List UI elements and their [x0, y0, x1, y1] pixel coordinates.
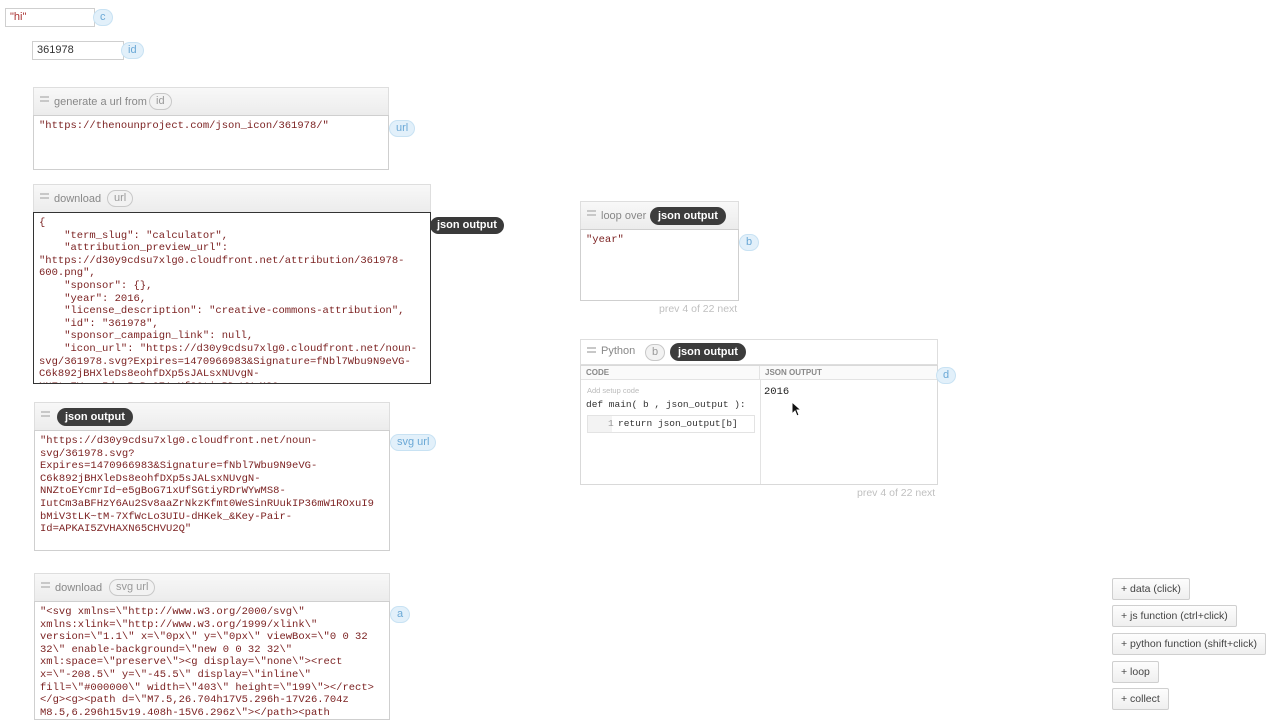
add-node-button[interactable]: + python function (shift+click) — [1112, 633, 1266, 655]
output-line: "icon_url": "https://d30y9cdsu7xlg0.clou… — [39, 342, 418, 355]
input-chip-json-output[interactable]: json output — [650, 207, 726, 225]
function-signature: def main( b , json_output ): — [586, 399, 746, 410]
python-table: CODE JSON OUTPUT Add setup code def main… — [580, 365, 938, 485]
json-output-card: json output "https://d30y9cdsu7xlg0.clou… — [34, 402, 390, 551]
output-line: NNZtoEYcmrId~e5gBoG71xUfSGtiyRDrWYwMS8- — [39, 381, 425, 383]
input-chip-id[interactable]: id — [149, 93, 172, 110]
card-title: download — [54, 193, 102, 205]
card-output: { "term_slug": "calculator", "attributio… — [33, 212, 431, 384]
drag-handle-icon[interactable] — [40, 96, 49, 102]
setup-code-placeholder[interactable]: Add setup code — [587, 386, 639, 395]
output-tag-svg-url[interactable]: svg url — [390, 434, 437, 451]
download-url-card: download url { "term_slug": "calculator"… — [33, 184, 431, 384]
output-line: svg/361978.svg?Expires=1470966983&Signat… — [39, 355, 411, 368]
mouse-cursor-icon — [791, 401, 803, 417]
drag-handle-icon[interactable] — [587, 347, 596, 353]
loop-card: loop over json output "year" — [580, 201, 739, 301]
input-chip-url[interactable]: url — [107, 190, 134, 207]
card-title: download — [55, 582, 103, 594]
card-output: "year" — [580, 229, 739, 301]
card-title: loop over — [601, 210, 647, 222]
drag-handle-icon[interactable] — [41, 582, 50, 588]
output-line: "attribution_preview_url": — [39, 242, 229, 255]
var-id-tag[interactable]: id — [121, 42, 144, 59]
output-line: "license_description": "creative-commons… — [39, 305, 405, 318]
add-node-button[interactable]: + js function (ctrl+click) — [1112, 605, 1237, 627]
output-tag-d[interactable]: d — [936, 367, 957, 384]
card-header[interactable]: generate a url from id — [33, 87, 389, 115]
output-line: "sponsor": {}, — [39, 279, 153, 292]
output-line: "term_slug": "calculator", — [39, 229, 229, 242]
input-chip-svg-url[interactable]: svg url — [109, 579, 156, 596]
output-line: "sponsor_campaign_link": null, — [39, 330, 254, 343]
drag-handle-icon[interactable] — [40, 193, 49, 199]
output-tag-url[interactable]: url — [389, 120, 416, 137]
download-svg-card: download svg url "<svg xmlns=\"http://ww… — [34, 573, 390, 720]
card-title: Python — [601, 345, 636, 357]
generate-url-card: generate a url from id "https://thenounp… — [33, 87, 389, 170]
code-editor[interactable]: 1 return json_output[b] — [587, 415, 755, 433]
input-chip-json-output[interactable]: json output — [57, 408, 133, 426]
output-line: "year": 2016, — [39, 292, 147, 305]
var-id-value: 361978 — [37, 44, 74, 56]
var-id-box[interactable]: 361978 — [32, 41, 124, 60]
card-header[interactable]: Python b json output — [580, 339, 938, 365]
add-node-button[interactable]: + loop — [1112, 661, 1159, 683]
var-c-value: "hi" — [10, 11, 27, 23]
input-chip-b[interactable]: b — [645, 344, 666, 361]
python-pager[interactable]: prev 4 of 22 next — [857, 487, 935, 499]
output-tag-b[interactable]: b — [739, 234, 760, 251]
input-chip-json-output[interactable]: json output — [670, 343, 746, 361]
output-line: "https://d30y9cdsu7xlg0.cloudfront.net/a… — [39, 254, 405, 267]
output-line: C6k892jBHXleDs8eohfDXp5sJALsxNUvgN- — [39, 368, 260, 381]
python-output: 2016 — [764, 386, 790, 398]
output-line: 600.png", — [39, 267, 96, 280]
card-title: generate a url from — [54, 96, 147, 108]
python-card: Python b json output CODE JSON OUTPUT Ad… — [580, 339, 938, 485]
drag-handle-icon[interactable] — [587, 210, 596, 216]
card-output: "https://thenounproject.com/json_icon/36… — [33, 115, 389, 170]
drag-handle-icon[interactable] — [41, 411, 50, 417]
card-header[interactable]: download svg url — [34, 573, 390, 601]
code-column-header: CODE — [581, 366, 760, 380]
var-c-box[interactable]: "hi" — [5, 8, 95, 27]
card-header[interactable]: download url — [33, 184, 431, 212]
output-line: "id": "361978", — [39, 317, 159, 330]
card-output: "https://d30y9cdsu7xlg0.cloudfront.net/n… — [34, 430, 390, 551]
card-header[interactable]: json output — [34, 402, 390, 430]
output-tag-json-output[interactable]: json output — [430, 217, 504, 234]
code-line: return json_output[b] — [618, 418, 738, 429]
output-tag-a[interactable]: a — [390, 606, 411, 623]
loop-pager[interactable]: prev 4 of 22 next — [659, 303, 737, 315]
var-c-tag[interactable]: c — [93, 9, 113, 26]
card-header[interactable]: loop over json output — [580, 201, 739, 229]
card-output: "<svg xmlns=\"http://www.w3.org/2000/svg… — [34, 601, 390, 720]
line-number: 1 — [608, 418, 614, 429]
add-node-button[interactable]: + collect — [1112, 688, 1169, 710]
output-line: { — [39, 217, 46, 229]
json-output-column-header: JSON OUTPUT — [760, 366, 937, 380]
add-node-button[interactable]: + data (click) — [1112, 578, 1190, 600]
